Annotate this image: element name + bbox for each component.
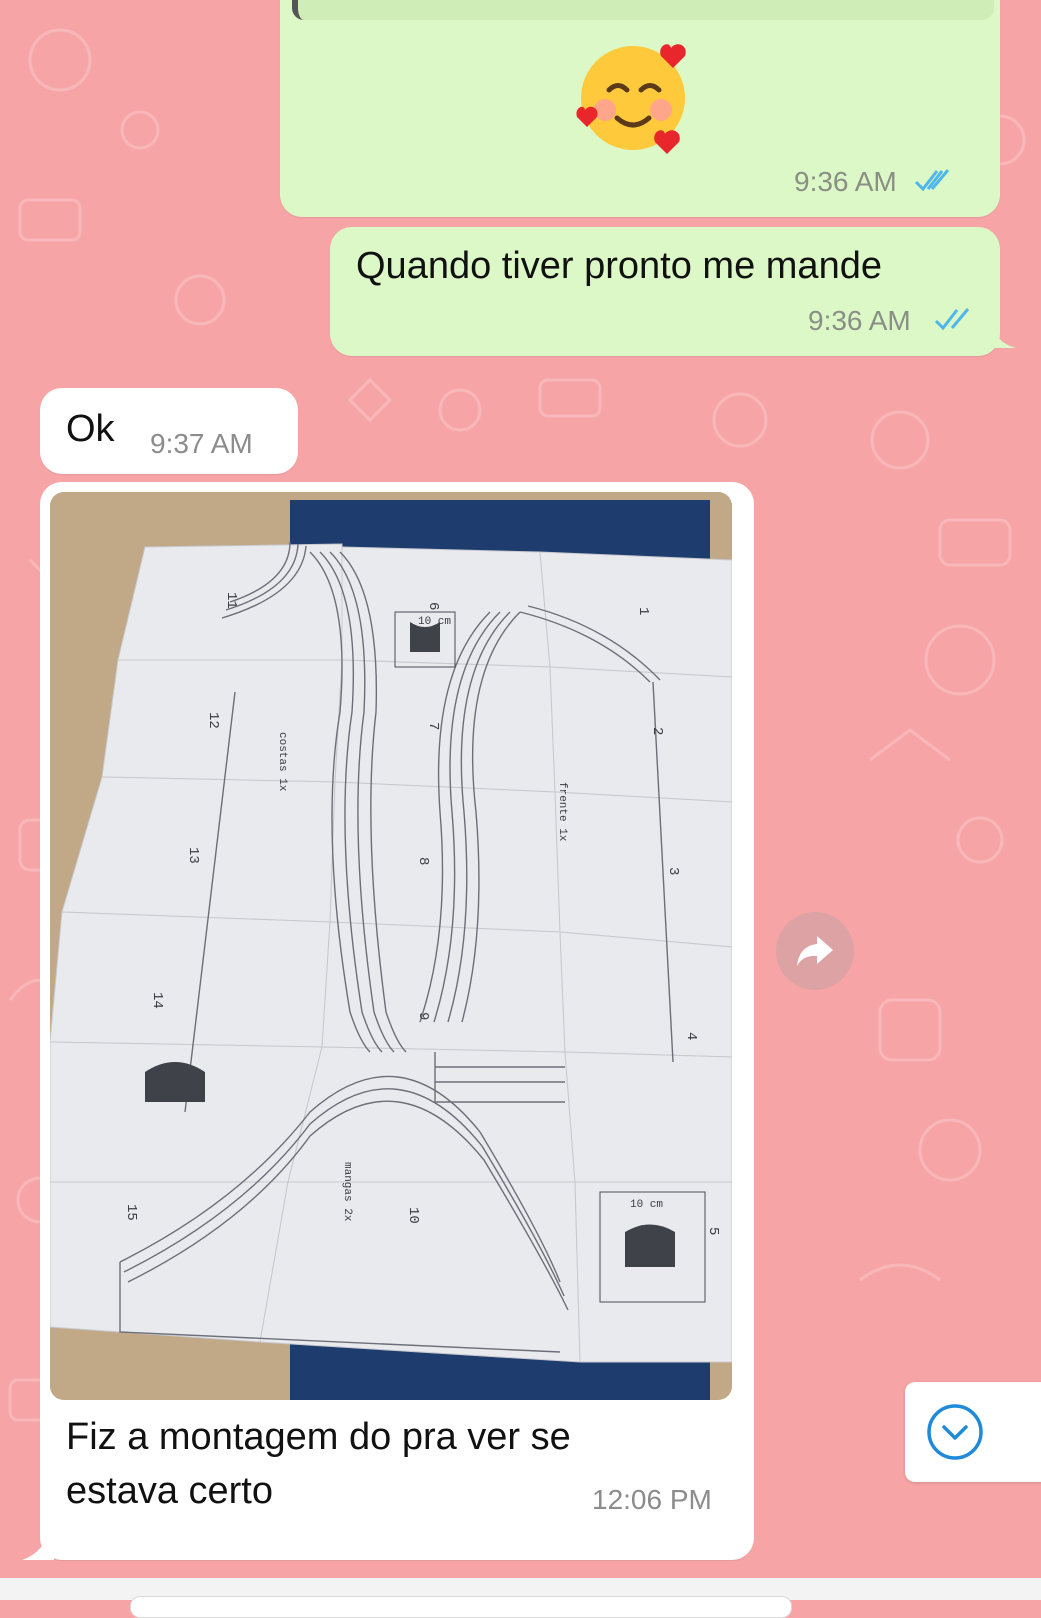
scroll-to-bottom-button[interactable]: [905, 1382, 1041, 1482]
svg-text:2: 2: [649, 727, 665, 735]
svg-text:4: 4: [683, 1032, 699, 1040]
message-bubble-quando[interactable]: Quando tiver pronto me mande 9:36 AM: [330, 227, 1000, 356]
message-input-bar: [0, 1578, 1041, 1618]
pattern-label-costas: costas 1x: [276, 732, 288, 792]
chevron-down-icon: [927, 1404, 983, 1460]
svg-text:13: 13: [185, 847, 201, 864]
svg-text:12: 12: [205, 712, 221, 729]
pattern-label-frente: frente 1x: [556, 782, 568, 842]
svg-text:6: 6: [425, 602, 441, 610]
message-bubble-photo[interactable]: 11 6 1 12 7 2 13 8 3 14 9 4 15 10 5 cost…: [40, 482, 754, 1560]
forward-icon: [797, 936, 833, 966]
message-time: 12:06 PM: [592, 1484, 712, 1515]
svg-text:14: 14: [149, 992, 165, 1009]
pattern-label-mangas: mangas 2x: [341, 1162, 353, 1222]
sewing-pattern-photo[interactable]: 11 6 1 12 7 2 13 8 3 14 9 4 15 10 5 cost…: [50, 492, 732, 1400]
smiling-hearts-emoji: [576, 44, 686, 154]
double-check-icon: [914, 168, 950, 192]
message-input-field[interactable]: [130, 1596, 792, 1618]
svg-text:5: 5: [705, 1227, 721, 1235]
photo-caption-line1: Fiz a montagem do pra ver se: [66, 1416, 571, 1458]
svg-text:7: 7: [425, 722, 441, 730]
bubble-tail-outgoing: [990, 320, 1016, 348]
previous-message-quote[interactable]: [292, 0, 994, 20]
message-bubble-emoji[interactable]: 9:36 AM: [280, 0, 1000, 217]
sewing-pattern-image: 11 6 1 12 7 2 13 8 3 14 9 4 15 10 5 cost…: [50, 492, 732, 1400]
svg-text:10: 10: [405, 1207, 421, 1224]
forward-button[interactable]: [776, 912, 854, 990]
svg-text:9: 9: [415, 1012, 431, 1020]
message-text: Ok: [66, 408, 115, 450]
message-text: Quando tiver pronto me mande: [356, 245, 882, 287]
svg-text:11: 11: [223, 592, 239, 609]
svg-text:15: 15: [123, 1204, 139, 1221]
bubble-tail-incoming: [22, 1520, 54, 1560]
double-check-icon: [934, 308, 970, 331]
message-time: 9:37 AM: [150, 428, 253, 459]
message-time: 9:36 AM: [808, 305, 911, 336]
svg-text:3: 3: [665, 867, 681, 875]
message-bubble-ok[interactable]: Ok 9:37 AM: [40, 388, 298, 474]
svg-text:8: 8: [415, 857, 431, 865]
svg-text:1: 1: [635, 607, 651, 615]
pattern-label-scale-bottom: 10 cm: [630, 1199, 663, 1211]
photo-caption-line2: estava certo: [66, 1470, 273, 1512]
message-time: 9:36 AM: [794, 166, 897, 197]
